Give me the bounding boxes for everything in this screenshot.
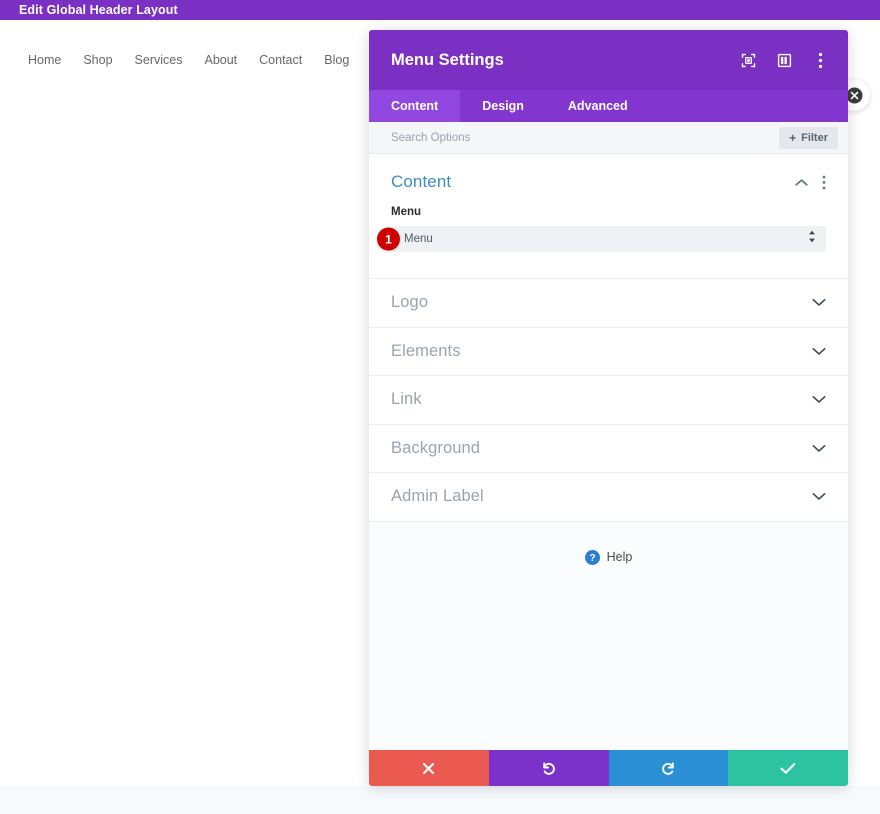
tab-design[interactable]: Design — [460, 90, 546, 122]
redo-button[interactable] — [609, 750, 729, 786]
cancel-button[interactable] — [369, 750, 489, 786]
svg-text:?: ? — [589, 553, 595, 564]
nav-link-services[interactable]: Services — [135, 53, 183, 67]
plus-icon: + — [789, 132, 796, 144]
filter-button-label: Filter — [801, 132, 828, 144]
checkmark-icon — [780, 762, 796, 775]
section-content-header[interactable]: Content — [391, 172, 826, 192]
section-toggle-label: Background — [391, 439, 812, 458]
section-toggle-link[interactable]: Link — [369, 376, 848, 425]
vertical-dots-icon[interactable] — [822, 175, 826, 190]
panel-body[interactable]: Content Menu — [369, 154, 848, 750]
panel-layout-icon[interactable] — [775, 51, 793, 69]
search-input[interactable] — [391, 132, 779, 144]
section-toggle-background[interactable]: Background — [369, 425, 848, 474]
section-toggle-label: Link — [391, 390, 812, 409]
menu-field-label: Menu — [391, 206, 826, 218]
nav-link-contact[interactable]: Contact — [259, 53, 302, 67]
focus-target-icon[interactable] — [739, 51, 757, 69]
nav-link-home[interactable]: Home — [28, 53, 61, 67]
save-button[interactable] — [728, 750, 848, 786]
chevron-down-icon — [812, 492, 826, 501]
tab-advanced[interactable]: Advanced — [546, 90, 650, 122]
undo-arrow-icon — [541, 761, 556, 776]
vertical-dots-icon[interactable] — [811, 51, 829, 69]
redo-arrow-icon — [661, 761, 676, 776]
help-row[interactable]: ? Help — [369, 522, 848, 565]
close-x-icon — [422, 762, 435, 775]
site-preview-nav: Home Shop Services About Contact Blog — [28, 53, 349, 67]
question-circle-icon: ? — [585, 550, 600, 565]
menu-field-wrap: 1 Menu — [391, 226, 826, 252]
menu-settings-panel: Menu Settings — [369, 30, 848, 786]
nav-link-shop[interactable]: Shop — [83, 53, 112, 67]
undo-button[interactable] — [489, 750, 609, 786]
section-toggle-admin-label[interactable]: Admin Label — [369, 473, 848, 522]
chevron-down-icon — [812, 298, 826, 307]
panel-tabs: Content Design Advanced — [369, 90, 848, 122]
nav-link-blog[interactable]: Blog — [324, 53, 349, 67]
menu-select[interactable]: Menu — [391, 226, 826, 252]
chevron-down-icon — [812, 395, 826, 404]
page-bottom-area — [0, 786, 880, 814]
chevron-up-icon[interactable] — [795, 178, 808, 187]
search-options-row: + Filter — [369, 122, 848, 154]
admin-bar: Edit Global Header Layout — [0, 0, 880, 20]
section-content: Content Menu — [369, 154, 848, 279]
panel-header-icons — [739, 51, 829, 69]
menu-select-value: Menu — [404, 233, 433, 245]
step-badge-1: 1 — [377, 228, 400, 251]
filter-button[interactable]: + Filter — [779, 127, 838, 149]
section-content-tools — [795, 175, 826, 190]
section-toggle-label: Admin Label — [391, 487, 812, 506]
panel-footer-actions — [369, 750, 848, 786]
panel-title: Menu Settings — [391, 51, 739, 70]
nav-link-about[interactable]: About — [204, 53, 237, 67]
chevron-down-icon — [812, 444, 826, 453]
tab-content[interactable]: Content — [369, 90, 460, 122]
help-label: Help — [607, 550, 633, 564]
chevron-down-icon — [812, 347, 826, 356]
section-toggle-logo[interactable]: Logo — [369, 279, 848, 328]
section-content-title: Content — [391, 172, 795, 192]
section-toggle-label: Logo — [391, 293, 812, 312]
panel-header: Menu Settings — [369, 30, 848, 90]
section-toggle-label: Elements — [391, 342, 812, 361]
admin-bar-title: Edit Global Header Layout — [19, 0, 178, 20]
section-toggle-elements[interactable]: Elements — [369, 328, 848, 377]
